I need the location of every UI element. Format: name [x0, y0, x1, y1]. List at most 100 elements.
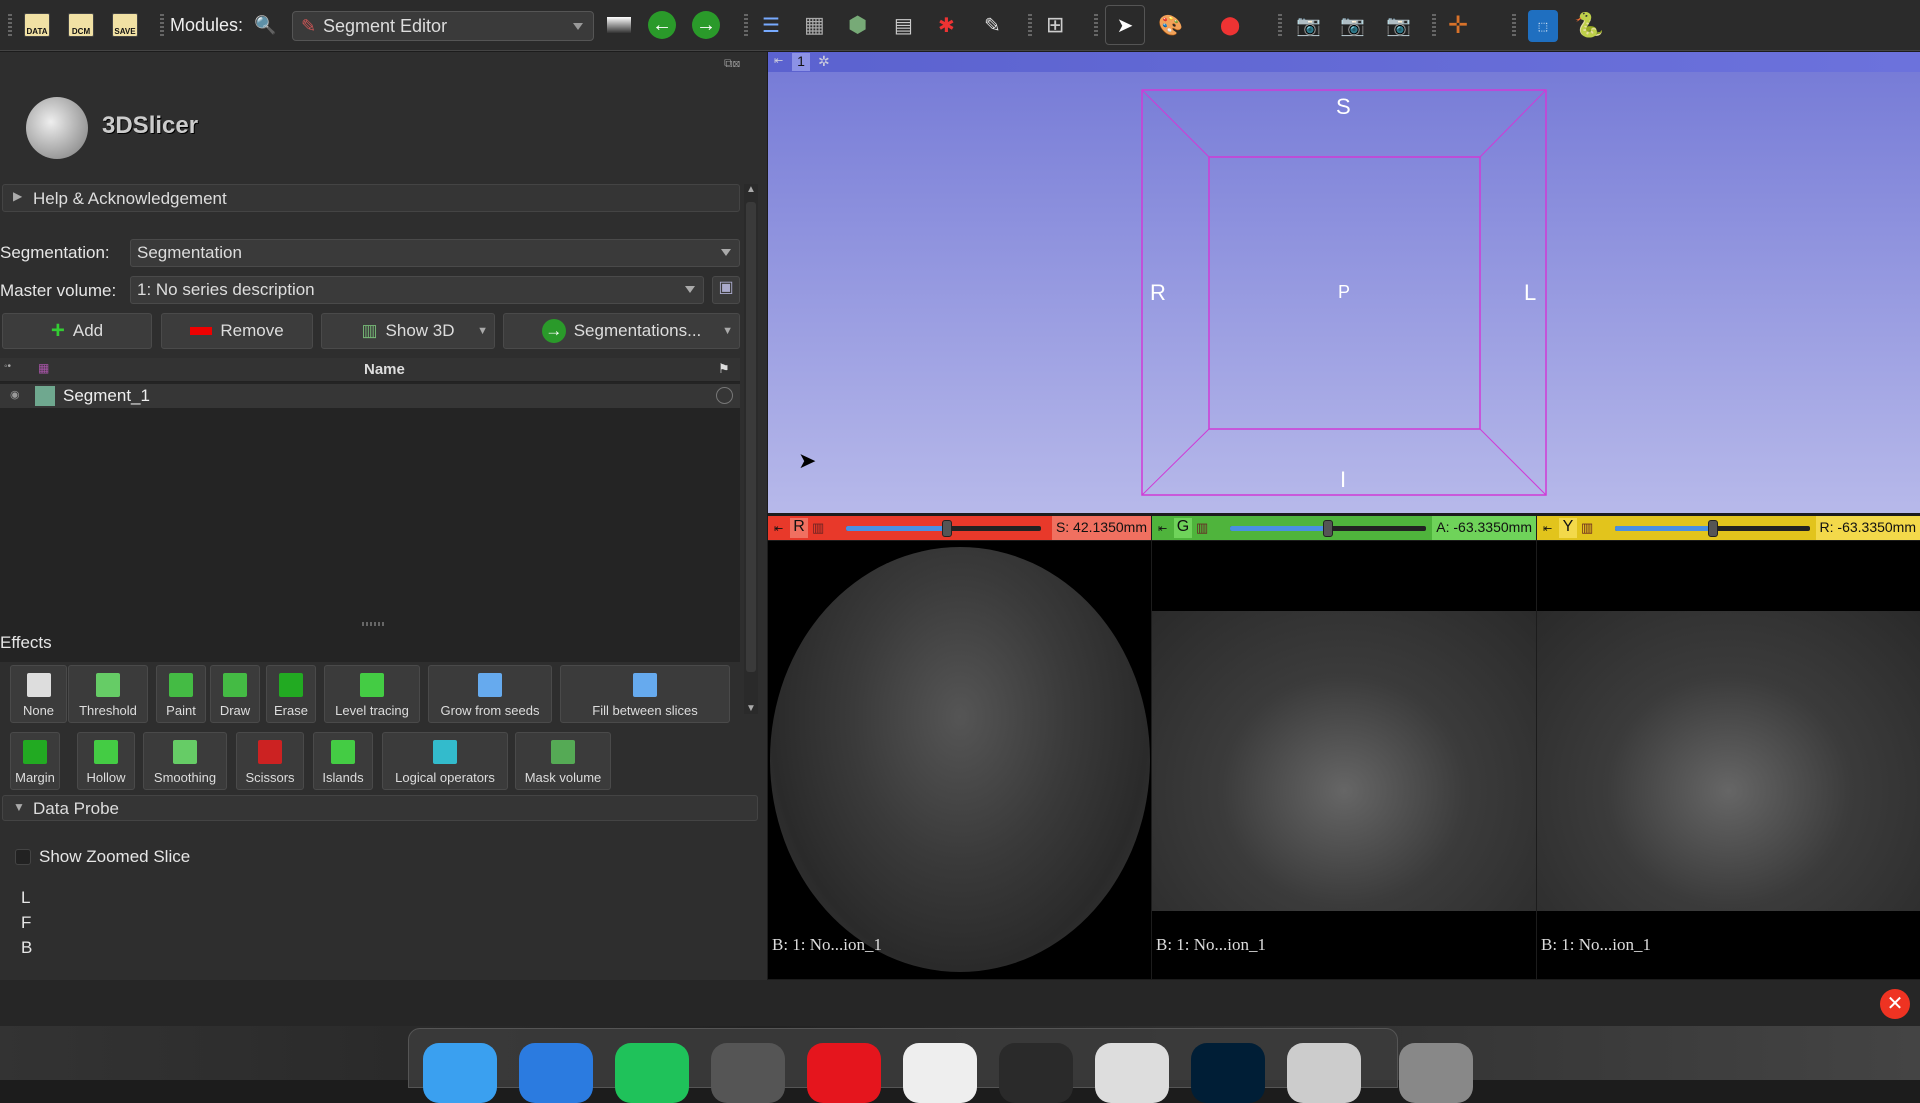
transforms-icon[interactable]: ▤ — [894, 10, 913, 40]
effect-draw-button[interactable]: Draw — [210, 665, 260, 723]
status-circle-icon[interactable] — [716, 387, 733, 404]
effect-none-button[interactable]: None — [10, 665, 67, 723]
back-button[interactable]: ← — [648, 10, 676, 40]
keynote-icon[interactable] — [903, 1043, 977, 1103]
slider-handle[interactable] — [942, 519, 953, 537]
chevron-down-icon[interactable]: ▼ — [722, 325, 733, 337]
table-row[interactable]: ◉ Segment_1 — [0, 384, 740, 408]
save-button[interactable]: SAVE — [112, 10, 138, 40]
extensions-icon[interactable]: ⬚ — [1528, 10, 1558, 42]
effect-fill-between-slices-button[interactable]: Fill between slices — [560, 665, 730, 723]
youdao-icon[interactable] — [807, 1043, 881, 1103]
segment-name[interactable]: Segment_1 — [63, 386, 150, 406]
effect-islands-button[interactable]: Islands — [313, 732, 373, 790]
volume-options-button[interactable]: ▣ — [712, 276, 740, 304]
trash-icon[interactable] — [1399, 1043, 1473, 1103]
show-zoomed-slice-checkbox[interactable] — [15, 849, 31, 865]
slice-offset-slider[interactable] — [1615, 519, 1810, 537]
pin-icon[interactable]: ⇤ — [1543, 522, 1552, 535]
master-volume-selector[interactable]: 1: No series description — [130, 276, 704, 304]
load-data-button[interactable]: DATA — [24, 10, 50, 40]
slice-view-g[interactable]: B: 1: No...ion_1 — [1152, 541, 1536, 979]
link-icon[interactable]: ▥ — [1581, 520, 1593, 536]
chevron-down-icon[interactable]: ▼ — [477, 325, 488, 337]
slice-view-r[interactable]: B: 1: No...ion_1 — [768, 541, 1151, 979]
slider-handle[interactable] — [1323, 519, 1333, 537]
search-icon[interactable]: 🔍 — [254, 10, 276, 40]
3d-view[interactable]: ⇤ 1 ✲ S I R L P ➤ — [768, 52, 1920, 513]
rocket-icon[interactable] — [1095, 1043, 1169, 1103]
segment-editor-icon[interactable]: ✎ — [984, 10, 1001, 40]
slice-offset-slider[interactable] — [1230, 519, 1426, 537]
photoshop-icon[interactable] — [1191, 1043, 1265, 1103]
link-icon[interactable]: ▥ — [1196, 520, 1208, 536]
layout-icon[interactable]: ⊞ — [1046, 10, 1064, 40]
toolbar-grip[interactable] — [160, 14, 164, 36]
scroll-up-icon[interactable]: ▲ — [744, 184, 758, 195]
3dslicer-icon[interactable] — [1287, 1043, 1361, 1103]
place-fiducial-icon[interactable]: ⬤ — [1220, 10, 1240, 40]
slice-offset-slider[interactable] — [846, 519, 1041, 537]
python-icon[interactable]: 🐍 — [1574, 10, 1604, 40]
toolbar-grip[interactable] — [8, 14, 12, 36]
capture-icon[interactable]: 📷 — [1340, 10, 1365, 40]
toolbar-grip[interactable] — [744, 14, 748, 36]
effect-hollow-button[interactable]: Hollow — [77, 732, 135, 790]
module-selector[interactable]: ✎ Segment Editor — [292, 11, 594, 41]
pin-icon[interactable]: ⇤ — [1158, 522, 1167, 535]
module-history-button[interactable] — [606, 10, 632, 40]
forward-button[interactable]: → — [692, 10, 720, 40]
load-dicom-button[interactable]: DCM — [68, 10, 94, 40]
finder-icon[interactable] — [423, 1043, 497, 1103]
toolbar-grip[interactable] — [1512, 14, 1516, 36]
remove-segment-button[interactable]: Remove — [161, 313, 313, 349]
models-icon[interactable]: ⬢ — [848, 10, 867, 40]
visibility-header-icon[interactable]: ◦• — [4, 361, 11, 372]
pointer-mode-button[interactable]: ➤ — [1105, 5, 1145, 45]
panel-scrollbar[interactable]: ▲ ▼ — [744, 184, 758, 714]
segmentations-button[interactable]: → Segmentations... ▼ — [503, 313, 740, 349]
pin-icon[interactable]: ⇤ — [774, 522, 783, 535]
scrollbar-thumb[interactable] — [746, 202, 756, 672]
link-icon[interactable]: ▥ — [812, 520, 824, 536]
safari-icon[interactable] — [519, 1043, 593, 1103]
window-level-icon[interactable]: 🎨 — [1158, 10, 1183, 40]
slider-handle[interactable] — [1707, 519, 1718, 537]
scene-view-icon[interactable]: 📷 — [1386, 10, 1411, 40]
close-icon[interactable]: ✕ — [1880, 989, 1910, 1019]
crosshair-icon[interactable]: ✛ — [1448, 10, 1468, 40]
effect-mask-volume-button[interactable]: Mask volume — [515, 732, 611, 790]
effect-scissors-button[interactable]: Scissors — [236, 732, 304, 790]
show-3d-button[interactable]: ▥ Show 3D ▼ — [321, 313, 495, 349]
wechat-icon[interactable] — [615, 1043, 689, 1103]
markups-icon[interactable]: ✱ — [938, 10, 955, 40]
help-section[interactable]: ▶ Help & Acknowledgement — [2, 184, 740, 212]
eye-icon[interactable]: ◉ — [10, 388, 20, 401]
data-module-icon[interactable]: ☰ — [762, 10, 780, 40]
name-column-header[interactable]: Name — [364, 361, 405, 378]
screen-app-icon[interactable] — [711, 1043, 785, 1103]
toolbar-grip[interactable] — [1028, 14, 1032, 36]
add-segment-button[interactable]: + Add — [2, 313, 152, 349]
color-header-icon[interactable]: ▦ — [38, 361, 49, 375]
effect-threshold-button[interactable]: Threshold — [68, 665, 148, 723]
effect-grow-from-seeds-button[interactable]: Grow from seeds — [428, 665, 552, 723]
flag-icon[interactable]: ⚑ — [718, 361, 730, 377]
toolbar-grip[interactable] — [1432, 14, 1436, 36]
volumes-icon[interactable]: ▦ — [804, 10, 825, 40]
effect-paint-button[interactable]: Paint — [156, 665, 206, 723]
screenshot-icon[interactable]: 📷 — [1296, 10, 1321, 40]
data-probe-section[interactable]: ▼ Data Probe — [2, 795, 758, 821]
effect-level-tracing-button[interactable]: Level tracing — [324, 665, 420, 723]
panel-float-close-icons[interactable]: ⧉⊠ — [724, 56, 740, 71]
segment-color-swatch[interactable] — [35, 386, 55, 406]
splitter-handle[interactable] — [362, 622, 386, 626]
effect-margin-button[interactable]: Margin — [10, 732, 60, 790]
scroll-down-icon[interactable]: ▼ — [744, 703, 758, 714]
toolbar-grip[interactable] — [1094, 14, 1098, 36]
slice-view-y[interactable]: B: 1: No...ion_1 — [1537, 541, 1920, 979]
photon-icon[interactable] — [999, 1043, 1073, 1103]
segmentation-selector[interactable]: Segmentation — [130, 239, 740, 267]
effect-erase-button[interactable]: Erase — [266, 665, 316, 723]
toolbar-grip[interactable] — [1278, 14, 1282, 36]
